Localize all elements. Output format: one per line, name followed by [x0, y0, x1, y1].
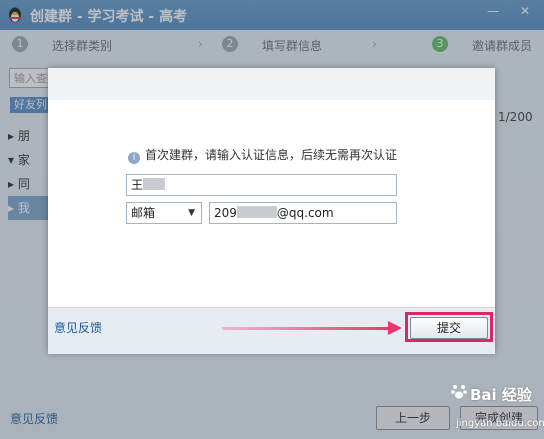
contact-type-value: 邮箱: [131, 206, 156, 220]
name-field[interactable]: 王: [126, 174, 397, 196]
contact-type-select[interactable]: 邮箱 ▼: [126, 202, 202, 224]
email-suffix: @qq.com: [276, 206, 334, 220]
dialog-header: [48, 68, 495, 100]
baidu-watermark: Bai 经验 jingyan.baidu.com: [448, 378, 544, 432]
watermark-url: jingyan.baidu.com: [456, 418, 544, 429]
info-text: 首次建群，请输入认证信息，后续无需再次认证: [145, 148, 398, 162]
dialog-footer: 意见反馈 提交: [48, 307, 495, 354]
submit-button[interactable]: 提交: [410, 317, 488, 339]
annotation-arrow-shaft: [222, 327, 392, 330]
redacted-text: [143, 178, 166, 190]
verification-dialog: i 首次建群，请输入认证信息，后续无需再次认证 王 邮箱 ▼ 209 @qq.com…: [48, 68, 495, 354]
email-field[interactable]: 209 @qq.com: [209, 202, 397, 224]
create-group-window: 创建群 - 学习考试 - 高考 — ✕ 1 选择群类别 › 2 填写群信息 › …: [0, 0, 544, 439]
redacted-text: [236, 206, 277, 218]
name-value: 王: [131, 178, 144, 192]
info-icon: i: [128, 152, 140, 164]
chevron-down-icon: ▼: [188, 208, 195, 218]
dialog-feedback-link[interactable]: 意见反馈: [54, 319, 102, 336]
baidu-paw-icon: [451, 385, 467, 399]
email-prefix: 209: [214, 206, 237, 220]
annotation-arrow-icon: [388, 321, 402, 335]
info-message: i 首次建群，请输入认证信息，后续无需再次认证: [128, 146, 397, 164]
watermark-text: Bai 经验: [470, 386, 532, 404]
